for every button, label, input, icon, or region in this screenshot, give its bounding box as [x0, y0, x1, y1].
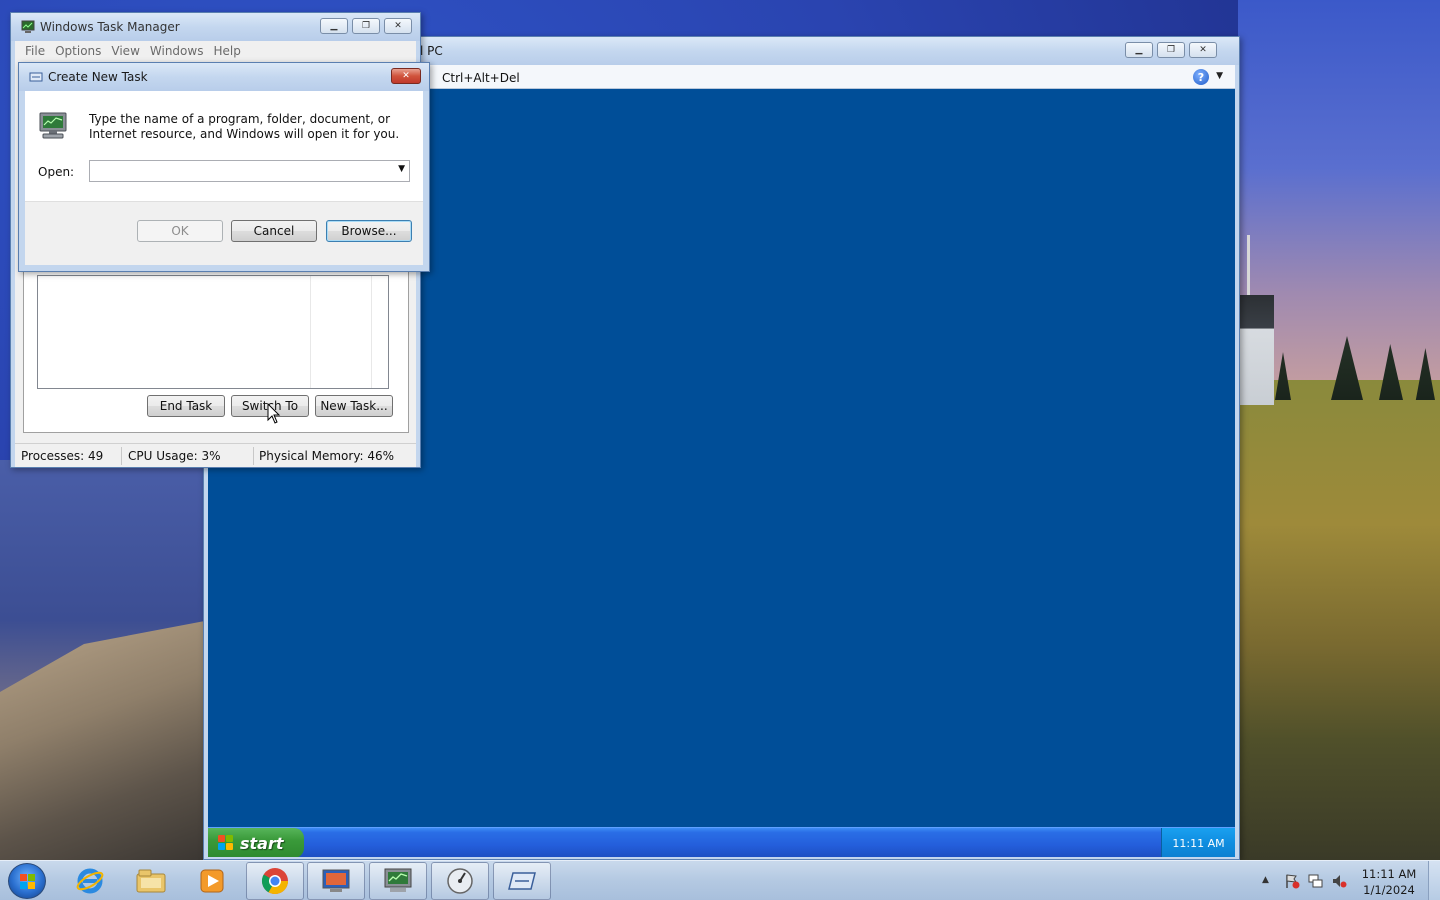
column-separator [371, 276, 372, 388]
taskbar-virtual-pc[interactable] [307, 862, 365, 900]
show-desktop-button[interactable] [1428, 861, 1440, 900]
taskbar-chrome[interactable] [246, 862, 304, 900]
wallpaper-house [1240, 295, 1274, 405]
open-combobox[interactable]: ▼ [89, 160, 410, 182]
volume-muted-icon[interactable] [1331, 873, 1347, 889]
close-button[interactable]: ✕ [1189, 42, 1217, 58]
physical-memory: Physical Memory: 46% [259, 449, 395, 463]
windows-explorer-icon [136, 869, 166, 893]
close-icon: ✕ [1199, 45, 1207, 55]
chevron-down-icon[interactable]: ▼ [398, 164, 405, 174]
vpc-title: l PC [420, 44, 443, 58]
status-separator [253, 447, 254, 465]
xp-start-button[interactable]: start [208, 828, 304, 857]
taskbar-clock[interactable]: 11:11 AM 1/1/2024 [1356, 866, 1422, 898]
xp-taskbar: start 11:11 AM [208, 827, 1235, 857]
processes-count: Processes: 49 [21, 449, 104, 463]
clock-time: 11:11 AM [1361, 867, 1417, 881]
open-label: Open: [38, 165, 75, 179]
action-center-flag-icon[interactable] [1284, 873, 1300, 889]
wallpaper-hill [1238, 380, 1440, 860]
taskbar-performance-monitor[interactable] [431, 862, 489, 900]
restore-icon: ❐ [361, 21, 371, 31]
wallpaper-flagpole [1247, 235, 1250, 295]
task-manager-menubar: File Options View Windows Help [15, 41, 416, 61]
restore-icon: ❐ [1166, 45, 1176, 55]
browse-button[interactable]: Browse... [326, 220, 412, 242]
minimize-button[interactable]: ▁ [320, 18, 348, 34]
windows-taskbar: ▲ 11:11 AM 1/1/2024 [0, 860, 1440, 900]
dialog-message: Type the name of a program, folder, docu… [89, 112, 400, 141]
cancel-button[interactable]: Cancel [231, 220, 317, 242]
xp-clock[interactable]: 11:11 AM [1172, 837, 1224, 850]
end-task-button[interactable]: End Task [147, 395, 225, 417]
column-separator [310, 276, 311, 388]
run-dialog-icon [29, 72, 43, 82]
taskbar-task-manager[interactable] [369, 862, 427, 900]
minimize-icon: ▁ [330, 21, 338, 31]
status-separator [121, 447, 122, 465]
windows-logo-icon [20, 874, 36, 890]
network-icon[interactable] [1307, 873, 1323, 889]
mouse-cursor-icon [267, 403, 281, 424]
help-dropdown-icon[interactable]: ▼ [1216, 71, 1223, 81]
menu-options[interactable]: Options [55, 41, 111, 61]
help-label: ? [1197, 70, 1205, 84]
task-manager-titlebar[interactable]: Windows Task Manager ▁ ❐ ✕ [11, 13, 420, 41]
menu-file[interactable]: File [25, 41, 55, 61]
close-button[interactable]: ✕ [384, 18, 412, 34]
taskbar-media-player[interactable] [183, 862, 241, 900]
taskbar-internet-explorer[interactable] [61, 862, 119, 900]
minimize-button[interactable]: ▁ [1125, 42, 1153, 58]
run-dialog-icon [508, 872, 536, 890]
dialog-close-button[interactable]: ✕ [391, 68, 421, 84]
computer-icon [39, 112, 67, 139]
xp-start-label: start [240, 833, 284, 853]
media-player-icon [200, 869, 224, 893]
dialog-button-area: OK Cancel Browse... [25, 201, 423, 265]
task-manager-statusbar: Processes: 49 CPU Usage: 3% Physical Mem… [15, 443, 416, 467]
taskbar-run-dialog[interactable] [493, 862, 551, 900]
applications-list[interactable] [37, 275, 389, 389]
maximize-button[interactable]: ❐ [1157, 42, 1185, 58]
task-manager-icon [384, 868, 412, 892]
task-manager-icon [21, 20, 35, 33]
ctrl-alt-del-button[interactable]: Ctrl+Alt+Del [442, 71, 520, 85]
create-new-task-titlebar[interactable]: Create New Task ✕ [19, 63, 429, 91]
close-icon: ✕ [394, 21, 402, 31]
ok-button[interactable]: OK [137, 220, 223, 242]
menu-help[interactable]: Help [213, 41, 250, 61]
taskbar-windows-explorer[interactable] [122, 862, 180, 900]
clock-date: 1/1/2024 [1363, 883, 1415, 897]
dialog-title: Create New Task [48, 70, 148, 84]
start-orb-button[interactable] [8, 863, 46, 899]
xp-system-tray: 11:11 AM [1161, 828, 1235, 857]
new-task-button[interactable]: New Task... [315, 395, 393, 417]
chrome-icon [261, 868, 289, 895]
internet-explorer-icon [76, 868, 104, 894]
dialog-body: Type the name of a program, folder, docu… [25, 91, 423, 265]
windows-flag-icon [218, 835, 234, 851]
create-new-task-dialog[interactable]: Create New Task ✕ Type the name of a pro… [18, 62, 430, 272]
menu-view[interactable]: View [111, 41, 149, 61]
task-manager-title: Windows Task Manager [40, 20, 180, 34]
performance-icon [447, 868, 473, 894]
minimize-icon: ▁ [1135, 45, 1143, 55]
show-hidden-icons-icon[interactable]: ▲ [1262, 875, 1269, 885]
maximize-button[interactable]: ❐ [352, 18, 380, 34]
close-icon: ✕ [402, 71, 410, 81]
help-icon[interactable]: ? [1193, 69, 1209, 85]
cpu-usage: CPU Usage: 3% [128, 449, 221, 463]
menu-windows[interactable]: Windows [150, 41, 214, 61]
virtual-pc-icon [322, 869, 350, 892]
